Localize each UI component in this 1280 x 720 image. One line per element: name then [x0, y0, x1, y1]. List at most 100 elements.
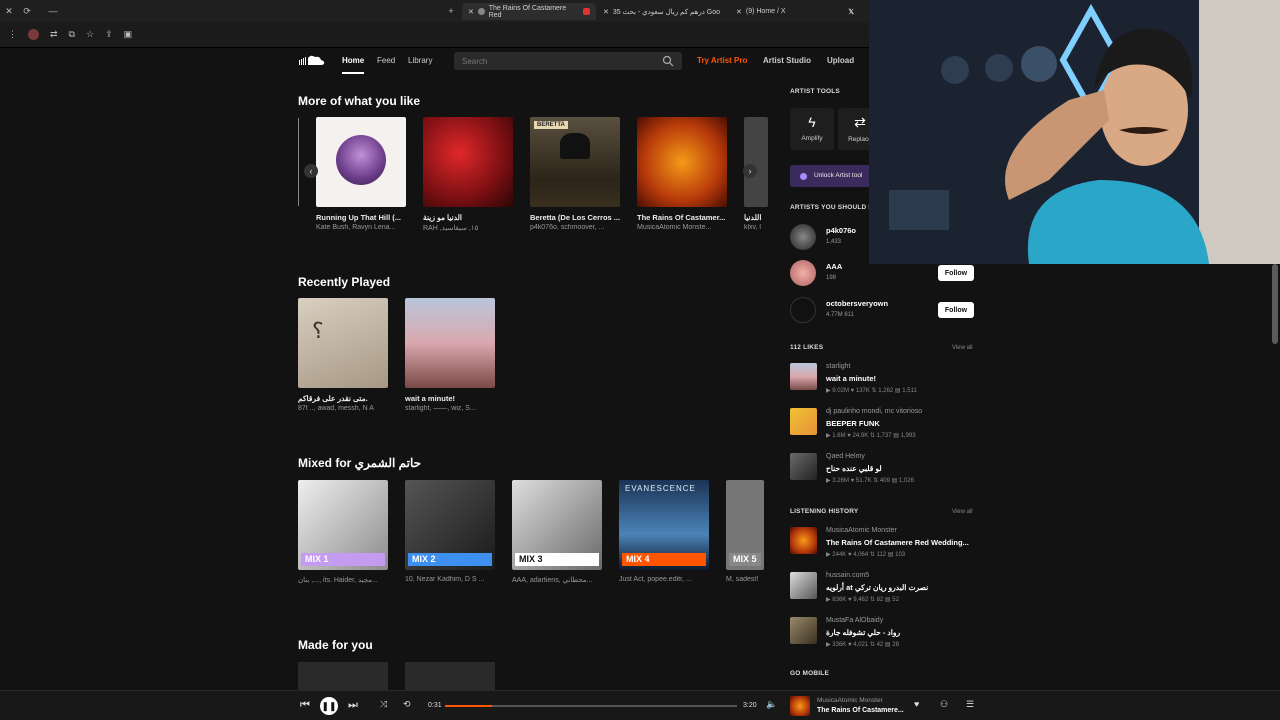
track-artist[interactable]: Qaed Helmy [826, 453, 865, 460]
card-title[interactable]: Beretta (De Los Cerros ... [530, 213, 620, 222]
track-thumb[interactable] [790, 453, 817, 480]
artist-name[interactable]: p4k076o [826, 226, 856, 235]
progress-bar[interactable] [445, 705, 737, 707]
previous-track-icon[interactable]: ⏮ [300, 699, 310, 712]
mix-card[interactable]: EVANESCENCE MIX 4 Just Act, popee.editr,… [619, 480, 709, 583]
artist-name[interactable]: octobersveryown [826, 299, 888, 308]
pause-button[interactable]: ❚❚ [320, 697, 338, 715]
artist-studio-link[interactable]: Artist Studio [763, 56, 811, 65]
liked-track[interactable]: Qaed Helmy لو قلبي عنده حناح ▶ 3.26M ♥ 5… [790, 453, 980, 493]
history-track[interactable]: MusicaAtomic Monster The Rains Of Castam… [790, 527, 980, 567]
history-view-all-link[interactable]: View all [952, 509, 973, 515]
history-track[interactable]: hussain.com5 أرلويه at نصرت البدرو ريان … [790, 572, 980, 612]
search-input[interactable] [454, 52, 682, 70]
track-card[interactable]: ؟ متى نقدر على فرقاكم. 87t .., awad, mes… [298, 298, 388, 412]
avatar[interactable] [790, 224, 816, 250]
track-thumb[interactable] [790, 617, 817, 644]
mix-card[interactable]: MIX 2 10, Nezar Kadhim, D S ... [405, 480, 495, 583]
reload-icon[interactable]: ⟳ [18, 6, 36, 17]
tab-rains-of-castamere[interactable]: ✕ The Rains Of Castamere Red [462, 3, 596, 20]
mix-card[interactable]: MIX 5 M, sadest! [726, 480, 764, 583]
close-tab-icon[interactable]: ✕ [603, 8, 609, 16]
track-card[interactable]: الدنيا مو زينة RAH ,١٥, سيقاسيد [423, 117, 513, 232]
unlock-artist-tools-button[interactable]: Unlock Artist tool [790, 165, 874, 187]
track-card[interactable]: The Rains Of Castamer... MusicaAtomic Mo… [637, 117, 727, 231]
mix-card[interactable]: MIX 3 AAA, adartiens, محطاني... [512, 480, 602, 584]
soundcloud-logo-icon[interactable] [298, 54, 325, 66]
queue-icon[interactable]: ☰ [966, 699, 974, 710]
made-card-art[interactable] [405, 662, 495, 690]
now-playing-artist[interactable]: MusicaAtomic Monster [817, 697, 883, 704]
track-artist[interactable]: starlight [826, 363, 851, 370]
carousel-prev-button[interactable]: ‹ [304, 164, 318, 178]
share-icon[interactable]: ⇪ [105, 29, 113, 40]
track-title[interactable]: أرلويه at نصرت البدرو ريان تركي [826, 583, 928, 592]
follow-button[interactable]: Follow [938, 302, 974, 318]
close-window-icon[interactable]: ✕ [0, 6, 18, 17]
track-title[interactable]: لو قلبي عنده حناح [826, 464, 882, 473]
track-thumb[interactable] [790, 527, 817, 554]
track-thumb[interactable] [790, 408, 817, 435]
carousel-next-button[interactable]: › [743, 164, 757, 178]
next-track-icon[interactable]: ⏭ [348, 699, 358, 712]
artist-name[interactable]: AAA [826, 262, 842, 271]
track-artist[interactable]: MustaFa AlObaidy [826, 617, 883, 624]
likes-view-all-link[interactable]: View all [952, 345, 973, 351]
shuffle-icon[interactable]: ⤨ [380, 699, 387, 710]
card-title[interactable]: الدنيا مو زينة [423, 213, 513, 222]
card-title[interactable]: Running Up That Hill (... [316, 213, 406, 222]
track-title[interactable]: The Rains Of Castamere Red Wedding... [826, 538, 969, 547]
avatar[interactable] [790, 260, 816, 286]
track-thumb[interactable] [790, 572, 817, 599]
repeat-icon[interactable]: ⟲ [403, 699, 411, 710]
follow-button[interactable]: Follow [938, 265, 974, 281]
track-card[interactable]: Running Up That Hill (... Kate Bush, Rav… [316, 117, 406, 231]
tab-x-home[interactable]: ✕ (9) Home / X 𝕏 [730, 3, 860, 20]
track-card[interactable]: wait a minute! starlight, ——, wiz, S... [405, 298, 495, 412]
track-title[interactable]: رواد - حلي تشوفله جارة [826, 628, 900, 637]
card-title[interactable]: اللدنيا [744, 213, 768, 222]
nav-feed[interactable]: Feed [377, 56, 395, 65]
search-icon[interactable] [662, 55, 674, 67]
card-title[interactable]: متى نقدر على فرقاكم. [298, 394, 388, 403]
liked-track[interactable]: dj paulinho mondi, mc vitorioso BEEPER F… [790, 408, 980, 448]
now-playing-thumb[interactable] [790, 696, 810, 716]
volume-icon[interactable]: 🔈 [766, 699, 777, 710]
track-thumb[interactable] [790, 363, 817, 390]
track-card[interactable]: BERETTA Beretta (De Los Cerros ... p4k07… [530, 117, 620, 231]
history-track[interactable]: MustaFa AlObaidy رواد - حلي تشوفله جارة … [790, 617, 980, 657]
minimize-icon[interactable]: — [44, 6, 62, 16]
liked-track[interactable]: starlight wait a minute! ▶ 9.02M ♥ 137K … [790, 363, 980, 403]
track-title[interactable]: BEEPER FUNK [826, 419, 880, 428]
follow-user-icon[interactable]: ⚇ [940, 699, 948, 710]
bookmark-star-icon[interactable]: ☆ [86, 29, 94, 40]
made-card-art[interactable] [298, 662, 388, 690]
try-artist-pro-link[interactable]: Try Artist Pro [697, 56, 747, 65]
close-tab-icon[interactable]: ✕ [736, 8, 742, 16]
screenshot-icon[interactable]: ▣ [124, 29, 133, 40]
nav-library[interactable]: Library [408, 56, 432, 65]
upload-link[interactable]: Upload [827, 56, 854, 65]
profile-avatar[interactable] [28, 29, 39, 40]
track-artist[interactable]: dj paulinho mondi, mc vitorioso [826, 408, 922, 415]
card-title[interactable]: wait a minute! [405, 394, 495, 403]
menu-dots-icon[interactable]: ⋮ [8, 29, 17, 40]
close-tab-icon[interactable]: ✕ [468, 8, 474, 16]
track-artist[interactable]: hussain.com5 [826, 572, 869, 579]
extensions-icon[interactable]: ⧉ [69, 29, 75, 40]
tab-google-search[interactable]: ✕ 35 درهم كم ريال سعودي - بحث Goo [597, 3, 729, 20]
track-artist[interactable]: MusicaAtomic Monster [826, 527, 897, 534]
avatar[interactable] [790, 297, 816, 323]
amplify-tool[interactable]: ϟ Amplify [790, 108, 834, 150]
nav-home[interactable]: Home [342, 56, 365, 74]
like-heart-icon[interactable]: ♥ [914, 699, 919, 709]
mix-card[interactable]: MIX 1 بنان ,..., its. Haider, مجيد... [298, 480, 388, 584]
suggested-artist[interactable]: AAA 198 Follow [790, 260, 980, 288]
page-scrollbar[interactable] [1272, 264, 1278, 344]
new-tab-icon[interactable]: + [442, 6, 460, 16]
card-title[interactable]: The Rains Of Castamer... [637, 213, 727, 222]
translate-icon[interactable]: ⇄ [50, 29, 58, 40]
now-playing-title[interactable]: The Rains Of Castamere... [817, 707, 904, 714]
track-title[interactable]: wait a minute! [826, 374, 876, 383]
suggested-artist[interactable]: octobersveryown 4.77M 611 Follow [790, 297, 980, 325]
